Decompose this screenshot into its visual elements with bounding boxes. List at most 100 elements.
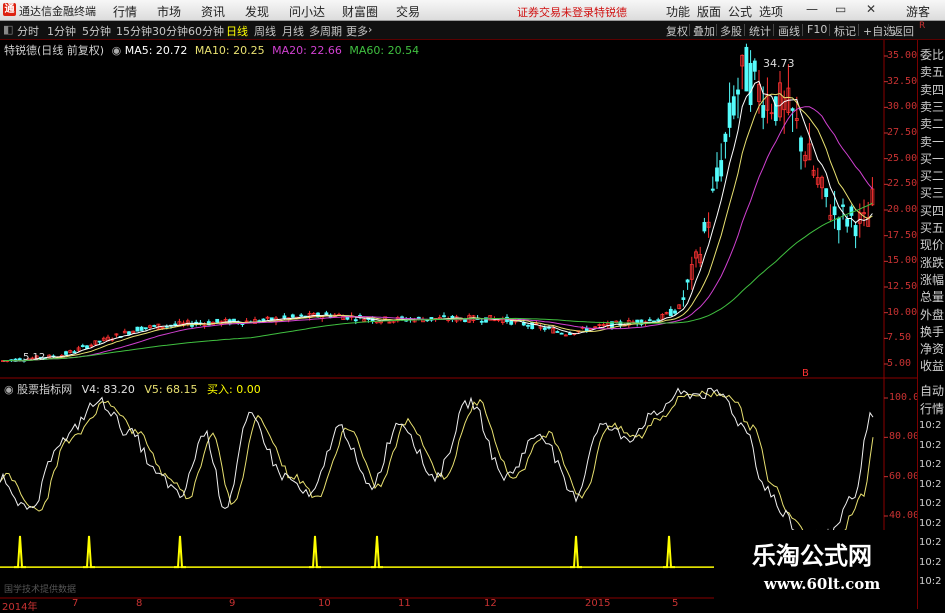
tab-period-5min[interactable]: 5分钟 [82, 23, 111, 39]
candle-body [143, 327, 148, 330]
tab-period-monthly[interactable]: 月线 [282, 23, 304, 39]
btn-draw[interactable]: 画线 [778, 23, 800, 39]
candle-body [656, 319, 661, 322]
btn-statistics[interactable]: 统计 [749, 23, 771, 39]
close-icon[interactable]: ✕ [866, 2, 876, 16]
price-axis-tick: 25.00 [887, 152, 918, 164]
panel-time: 10:2 [919, 498, 942, 509]
candle-body [841, 204, 845, 207]
tab-period-15min[interactable]: 15分钟 [116, 23, 152, 39]
panel-item[interactable]: 外盘 [920, 306, 944, 323]
panel-time: 10:2 [919, 517, 942, 529]
candle-body [152, 325, 157, 327]
toolbar-toggle-icon[interactable]: ◧ [3, 23, 13, 36]
candle-body [668, 308, 673, 317]
candle-body [719, 160, 724, 177]
menu-market-quotes[interactable]: 行情 [113, 3, 137, 20]
price-axis-tick: 5.00 [887, 358, 912, 369]
candle-body [836, 217, 841, 231]
guest-button[interactable]: 游客 [906, 3, 930, 20]
panel-item[interactable]: 总量 [920, 288, 944, 305]
panel-item[interactable]: 卖三 [920, 98, 944, 115]
btn-mark[interactable]: 标记 [834, 23, 856, 39]
candle-body [85, 345, 89, 349]
candle-body [647, 319, 652, 322]
menu-function[interactable]: 功能 [666, 3, 690, 20]
btn-f10[interactable]: F10 [807, 23, 827, 36]
panel-time: 10:2 [919, 439, 942, 451]
panel-item[interactable]: 买一 [920, 150, 944, 167]
candle-body [416, 316, 421, 319]
date-label: 8 [136, 598, 143, 609]
candle-body [614, 320, 619, 323]
panel-item[interactable]: 卖二 [920, 115, 944, 132]
candle-body [702, 222, 707, 232]
panel-item[interactable]: 涨跌 [920, 254, 944, 271]
panel-item[interactable]: 净资 [920, 340, 944, 357]
panel-item[interactable]: 卖一 [920, 133, 944, 150]
menu-options[interactable]: 选项 [759, 3, 783, 20]
stock-name: 特锐德 [594, 6, 627, 19]
panel-item[interactable]: 卖四 [920, 81, 944, 98]
menu-formula[interactable]: 公式 [728, 3, 752, 20]
indicator-axis-tick: 80.00 [889, 431, 920, 443]
restore-icon[interactable]: ▭ [835, 2, 846, 16]
candle-body [824, 188, 829, 198]
tab-period-weekly[interactable]: 周线 [254, 23, 276, 39]
btn-adjust[interactable]: 复权 [666, 23, 688, 39]
tab-period-multi[interactable]: 多周期 [309, 23, 342, 39]
candle-body [80, 345, 85, 347]
high-price-label: 34.73 [763, 57, 795, 70]
panel-item[interactable]: 换手 [920, 323, 944, 340]
panel-item[interactable]: 委比 [920, 46, 944, 63]
panel-mode[interactable]: 行情 [920, 400, 944, 417]
tab-period-intraday[interactable]: 分时 [17, 23, 39, 39]
candle-body [853, 225, 858, 237]
panel-item[interactable]: 卖五 [920, 63, 944, 80]
kline-chart-area[interactable] [0, 40, 917, 609]
menu-discover[interactable]: 发现 [245, 3, 269, 20]
panel-item[interactable]: 买三 [920, 184, 944, 201]
panel-item[interactable]: 买五 [920, 219, 944, 236]
candle-body [135, 326, 140, 332]
candle-body [731, 96, 736, 116]
tab-period-60min[interactable]: 60分钟 [188, 23, 224, 39]
low-price-label: 5.12 [23, 352, 46, 363]
minimize-icon[interactable]: — [806, 2, 818, 16]
candle-body [673, 310, 677, 314]
candle-body [97, 340, 102, 343]
login-status[interactable]: 证券交易未登录 [517, 4, 594, 20]
menu-trade[interactable]: 交易 [396, 3, 420, 20]
menu-layout[interactable]: 版面 [697, 3, 721, 20]
date-label: 7 [72, 598, 79, 609]
panel-item[interactable]: 收益 [920, 357, 944, 374]
panel-item[interactable]: 现价 [920, 236, 944, 253]
panel-mode[interactable]: 自动 [920, 382, 944, 399]
app-logo-icon: 通 [3, 3, 16, 16]
menu-news[interactable]: 资讯 [201, 3, 225, 20]
price-axis-tick: 10.00 [887, 306, 918, 318]
tab-period-1min[interactable]: 1分钟 [47, 23, 76, 39]
candle-body [559, 332, 564, 335]
btn-multi-stock[interactable]: 多股 [720, 23, 742, 39]
panel-item[interactable]: 买四 [920, 202, 944, 219]
btn-overlay[interactable]: 叠加 [693, 23, 715, 39]
menu-wealth[interactable]: 财富圈 [342, 3, 378, 20]
indicator-legend: ◉ 股票指标网 V4: 83.20 V5: 68.15 买入: 0.00 [4, 381, 261, 397]
date-label: 9 [229, 598, 236, 609]
menu-market[interactable]: 市场 [157, 3, 181, 20]
indicator-settings-icon[interactable]: ◉ [4, 383, 14, 396]
buy-signal-spike [570, 535, 582, 569]
btn-add-watchlist[interactable]: +自选 [863, 23, 894, 39]
panel-item[interactable]: 买二 [920, 167, 944, 184]
buy-marker: B [802, 368, 809, 379]
btn-back[interactable]: 返回 [892, 23, 914, 39]
watermark-url: www.60lt.com [764, 575, 881, 593]
candle-body [542, 327, 547, 330]
tab-period-daily[interactable]: 日线 [226, 23, 248, 39]
tab-period-more[interactable]: 更多 [346, 23, 368, 39]
menu-ask[interactable]: 问小达 [289, 3, 325, 20]
more-chevron-icon[interactable]: › [368, 23, 372, 36]
panel-item[interactable]: 涨幅 [920, 271, 944, 288]
tab-period-30min[interactable]: 30分钟 [152, 23, 188, 39]
